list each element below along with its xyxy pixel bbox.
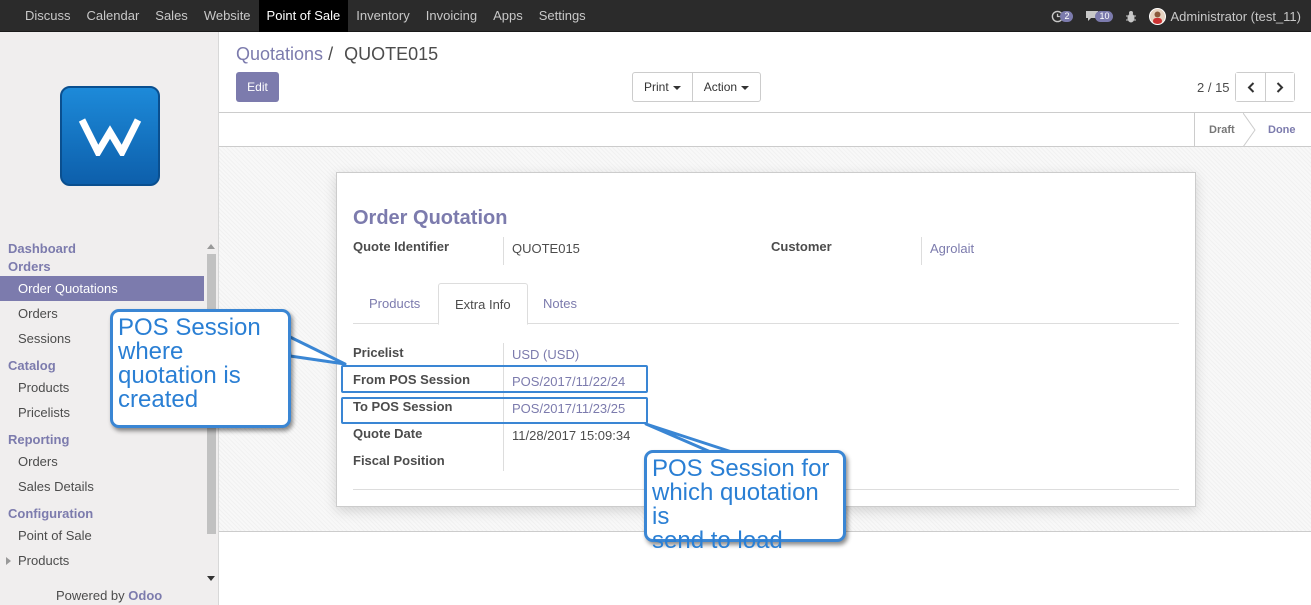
chevron-right-icon	[1276, 81, 1284, 93]
nav-apps[interactable]: Apps	[485, 0, 531, 32]
sidebar-item-label: Products	[18, 553, 70, 568]
powered-by: Powered by Odoo	[56, 588, 162, 603]
nav-inventory[interactable]: Inventory	[348, 0, 417, 32]
form-title: Order Quotation	[353, 207, 508, 229]
callout-line: POS Session for	[652, 455, 830, 482]
caret-down-icon	[672, 85, 681, 90]
breadcrumb: Quotations / QUOTE015	[236, 44, 438, 65]
stage-draft[interactable]: Draft	[1194, 113, 1244, 147]
field-divider	[503, 237, 504, 265]
callout-line: quotation is	[118, 362, 241, 389]
activity-button[interactable]: 2	[1051, 10, 1074, 23]
callout-line: POS Session	[118, 314, 261, 341]
debug-button[interactable]	[1125, 10, 1137, 23]
status-bar: Draft Done	[219, 113, 1311, 147]
company-logo[interactable]	[60, 86, 160, 186]
action-dropdown[interactable]: Action	[691, 73, 760, 101]
bug-icon	[1126, 10, 1137, 22]
nav-point-of-sale[interactable]: Point of Sale	[258, 0, 349, 32]
user-avatar-icon	[1153, 11, 1163, 24]
nav-sales[interactable]: Sales	[147, 0, 196, 32]
pager-buttons	[1235, 72, 1295, 102]
callout-line: created	[118, 386, 199, 413]
caret-down-icon	[741, 85, 750, 90]
tab-notes[interactable]: Notes	[527, 283, 593, 324]
sidebar-actions: Print Action	[632, 72, 762, 102]
from-session-highlight	[341, 365, 648, 393]
nav-website[interactable]: Website	[196, 0, 259, 32]
field-divider	[921, 237, 922, 265]
messages-button[interactable]: 10	[1085, 10, 1114, 22]
user-name: Administrator (test_11)	[1170, 8, 1301, 24]
pager-next-button[interactable]	[1265, 73, 1294, 101]
fiscal-position-label: Fiscal Position	[353, 453, 445, 468]
section-reporting: Reporting	[8, 432, 70, 447]
avatar	[1149, 7, 1167, 25]
customer-link[interactable]: Agrolait	[930, 241, 974, 256]
top-navbar: Discuss Calendar Sales Website Point of …	[0, 0, 1311, 32]
sidebar-item-order-quotations[interactable]: Order Quotations	[0, 276, 204, 301]
chevron-left-icon	[1247, 81, 1254, 93]
action-label: Action	[703, 80, 738, 94]
scroll-up-icon	[207, 244, 215, 249]
powered-prefix: Powered by	[56, 588, 125, 603]
user-menu[interactable]: Administrator (test_11)	[1149, 7, 1301, 25]
activity-count-badge: 2	[1060, 10, 1074, 22]
tab-extra-info[interactable]: Extra Info	[438, 283, 528, 325]
quote-date-label: Quote Date	[353, 426, 423, 441]
breadcrumb-separator: /	[328, 44, 334, 64]
section-dashboard[interactable]: Dashboard	[0, 240, 204, 258]
nav-invoicing[interactable]: Invoicing	[418, 0, 485, 32]
callout-line: which quotation is	[652, 479, 819, 530]
from-session-callout: POS Session where quotation is created	[110, 309, 291, 428]
odoo-link[interactable]: Odoo	[128, 588, 162, 603]
print-label: Print	[644, 80, 669, 94]
pager-value: 2 / 15	[1197, 80, 1230, 95]
breadcrumb-current: QUOTE015	[344, 44, 439, 64]
nav-discuss[interactable]: Discuss	[17, 0, 79, 32]
print-dropdown[interactable]: Print	[633, 73, 692, 101]
to-session-callout: POS Session for which quotation is send …	[644, 450, 846, 553]
systray: 2 10 Administrator (test_11)	[1051, 0, 1301, 32]
quote-identifier-value: QUOTE015	[512, 241, 580, 256]
nav-calendar[interactable]: Calendar	[79, 0, 148, 32]
tab-products[interactable]: Products	[353, 283, 436, 324]
notebook-tabs: Products Extra Info Notes	[353, 283, 1179, 325]
sidebar-item-point-of-sale[interactable]: Point of Sale	[0, 523, 204, 548]
nav-settings[interactable]: Settings	[531, 0, 594, 32]
scroll-down-icon	[207, 576, 215, 581]
wheel-logo-icon	[78, 118, 142, 156]
sidebar-item-reporting-orders[interactable]: Orders	[0, 449, 204, 474]
callout-line: where	[118, 338, 184, 365]
sidebar-item-config-products[interactable]: Products	[0, 548, 204, 573]
edit-button[interactable]: Edit	[236, 72, 279, 102]
section-configuration: Configuration	[8, 506, 94, 521]
app-menu: Discuss Calendar Sales Website Point of …	[17, 0, 594, 32]
callout-line: send to load	[652, 527, 783, 554]
to-session-highlight	[341, 397, 648, 424]
section-orders: Orders	[8, 259, 51, 274]
pager-previous-button[interactable]	[1236, 73, 1265, 101]
breadcrumb-quotations[interactable]: Quotations	[236, 44, 323, 64]
quote-date-value: 11/28/2017 15:09:34	[512, 428, 631, 443]
stage-done[interactable]: Done	[1244, 113, 1311, 147]
customer-label: Customer	[771, 239, 832, 254]
quote-identifier-label: Quote Identifier	[353, 239, 450, 254]
pricelist-label: Pricelist	[353, 345, 404, 360]
messages-count-badge: 10	[1095, 10, 1114, 22]
caret-right-icon	[6, 557, 11, 565]
sidebar-item-sales-details[interactable]: Sales Details	[0, 474, 204, 499]
pricelist-link[interactable]: USD (USD)	[512, 347, 579, 362]
